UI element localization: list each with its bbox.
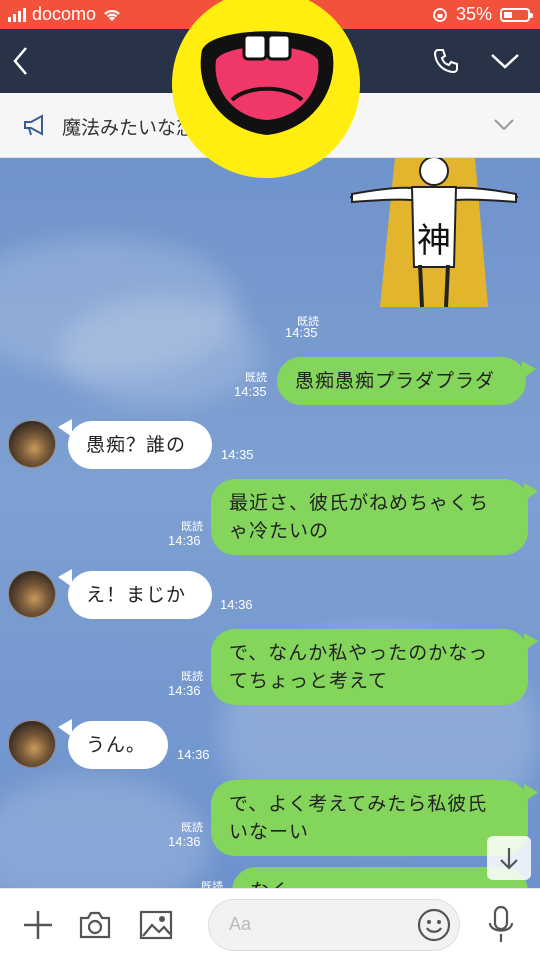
message-time: 14:36 (168, 533, 201, 548)
bubble-tail (522, 361, 536, 379)
message-text: 愚痴？誰の (86, 434, 187, 456)
message-time: 14:36 (177, 747, 210, 762)
plus-icon[interactable] (22, 909, 54, 941)
message-bubble-received[interactable]: 愚痴？誰の (68, 421, 212, 469)
scroll-to-bottom-button[interactable] (487, 836, 531, 880)
god-sticker: 神 (350, 157, 520, 317)
read-receipt: 既読 (201, 881, 223, 888)
message-time: 14:35 (221, 447, 254, 462)
message-bubble-sent[interactable]: 愚痴愚痴プラダプラダ (277, 357, 526, 405)
face-sticker (172, 0, 360, 178)
phone-icon[interactable] (432, 47, 460, 75)
avatar[interactable] (8, 570, 56, 618)
message-text-line: ゃ冷たいの (229, 520, 330, 542)
message-time: 14:36 (168, 834, 201, 849)
message-time: 14:36 (220, 597, 253, 612)
input-placeholder: Aa (229, 914, 252, 934)
message-time: 14:35 (285, 325, 318, 340)
chevron-down-icon[interactable] (493, 118, 515, 132)
avatar[interactable] (8, 720, 56, 768)
message-text: え！まじか (86, 584, 187, 606)
avatar[interactable] (8, 420, 56, 468)
read-receipt: 既読 (181, 671, 203, 683)
bubble-tail (524, 784, 538, 802)
message-text-line: で、なんか私やったのかなっ (229, 642, 489, 664)
back-icon[interactable] (10, 45, 32, 77)
chat-area[interactable]: 神 既読 14:35 既読 14:35 愚痴愚痴プラダプラダ 愚痴？誰の 14:… (0, 157, 540, 888)
input-toolbar: Aa (0, 888, 540, 961)
message-text-line: で、よく考えてみたら私彼氏 (229, 793, 488, 815)
megaphone-icon (24, 114, 43, 136)
image-icon[interactable] (139, 910, 173, 940)
emoji-icon[interactable] (417, 908, 451, 942)
bubble-tail (524, 483, 538, 501)
bubble-tail (524, 633, 538, 651)
message-bubble-received[interactable]: うん。 (68, 721, 168, 769)
sticker-label: 神 (417, 221, 451, 261)
read-receipt: 既読 (181, 822, 203, 834)
message-bubble-sent[interactable]: で、なんか私やったのかなっ てちょっと考えて (211, 629, 528, 705)
message-text: なく (250, 880, 290, 888)
arrow-down-icon (500, 848, 518, 870)
carrier-label: docomo (32, 4, 97, 24)
message-text-line: てちょっと考えて (229, 670, 389, 692)
message-time: 14:36 (168, 683, 201, 698)
battery-icon (500, 7, 533, 22)
message-text-line: 最近さ、彼氏がねめちゃくち (229, 492, 490, 514)
signal-icon (8, 7, 26, 22)
message-text: 愚痴愚痴プラダプラダ (295, 370, 496, 392)
message-bubble-sent[interactable]: なく (232, 867, 528, 888)
rotation-lock-icon (433, 7, 447, 22)
read-receipt: 既読 (181, 521, 203, 533)
message-time: 14:35 (234, 384, 267, 399)
wifi-icon (104, 9, 120, 21)
message-text-line: いなーい (229, 821, 310, 843)
camera-icon[interactable] (78, 910, 112, 940)
microphone-icon[interactable] (487, 905, 515, 945)
mouth-icon (200, 31, 334, 135)
read-receipt: 既読 (245, 372, 267, 384)
message-bubble-received[interactable]: え！まじか (68, 571, 212, 619)
battery-percent: 35% (455, 4, 492, 24)
message-text: うん。 (86, 734, 147, 756)
chevron-down-icon[interactable] (490, 51, 520, 71)
message-bubble-sent[interactable]: 最近さ、彼氏がねめちゃくち ゃ冷たいの (211, 479, 528, 555)
message-bubble-sent[interactable]: で、よく考えてみたら私彼氏 いなーい (211, 780, 528, 856)
